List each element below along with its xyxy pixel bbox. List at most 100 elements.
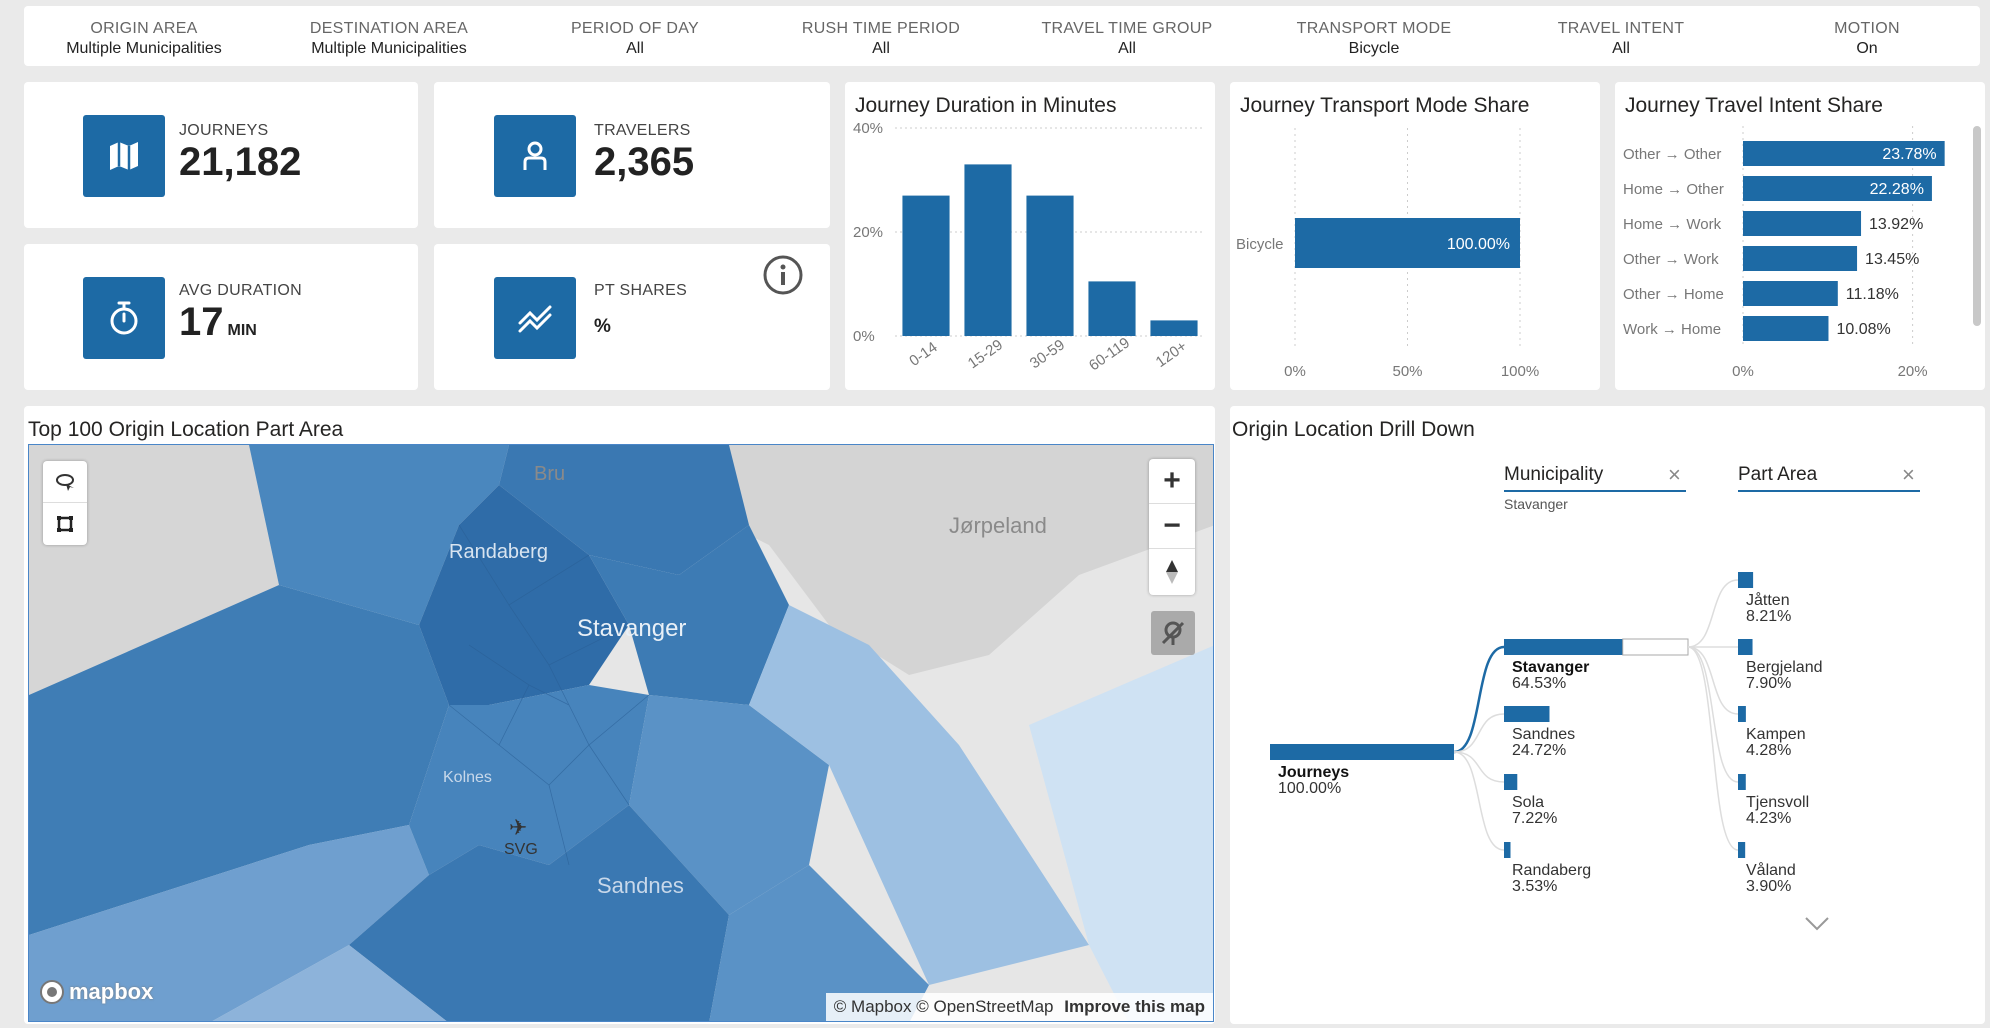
node-name: Kampen — [1746, 726, 1806, 743]
tree-node-label[interactable]: Stavanger 64.53% — [1512, 660, 1589, 692]
map-label-stavanger: Stavanger — [577, 615, 687, 642]
filter-title: ORIGIN AREA — [90, 20, 198, 37]
filter-title: DESTINATION AREA — [309, 20, 469, 37]
part-area-bar — [1738, 842, 1746, 858]
kpi-avg-duration-card: AVG DURATION 17 MIN — [24, 244, 418, 390]
duration-chart-card: Journey Duration in Minutes 40% 20% 0% 0-14… — [845, 82, 1215, 390]
info-icon[interactable] — [762, 254, 804, 301]
mapbox-wordmark: mapbox — [69, 979, 154, 1004]
x-tick-label: 30-59 — [1027, 336, 1068, 372]
filter-title: PERIOD OF DAY — [570, 20, 700, 37]
kpi-value: 17 MIN — [179, 300, 257, 345]
zoom-in-button[interactable]: + — [1149, 459, 1195, 504]
tree-link — [1687, 646, 1739, 783]
part-area-bar — [1738, 572, 1754, 588]
tree-link — [1453, 645, 1505, 754]
node-name: Journeys — [1278, 764, 1350, 781]
drill-down-card: Origin Location Drill Down Municipality … — [1230, 406, 1985, 1024]
tree-node-label[interactable]: Sola 7.22% — [1512, 795, 1557, 827]
y-tick-label: 40% — [853, 120, 883, 137]
filter-rush-time-period[interactable]: RUSH TIME PERIOD All — [802, 20, 960, 58]
kpi-journeys-card: JOURNEYS 21,182 — [24, 82, 418, 228]
map-label-jorpeland: Jørpeland — [949, 513, 1047, 538]
node-name: Randaberg — [1512, 862, 1592, 879]
filter-title: MOTION — [1834, 20, 1900, 37]
filter-travel-time-group[interactable]: TRAVEL TIME GROUP All — [1041, 20, 1212, 58]
improve-map-link[interactable]: Improve this map — [1064, 997, 1205, 1016]
filter-value: Multiple Municipalities — [66, 40, 222, 57]
node-percent: 7.22% — [1512, 810, 1558, 827]
category-label: Other → Home — [1623, 286, 1724, 303]
map-attribution: © Mapbox © OpenStreetMap Improve this ma… — [825, 993, 1213, 1021]
map-canvas[interactable]: Bru Jørpeland Randaberg Stavanger Kolnes… — [28, 444, 1214, 1022]
tree-link — [1453, 751, 1505, 783]
node-percent: 24.72% — [1512, 742, 1567, 759]
zoom-controls: + − — [1149, 459, 1195, 595]
data-label: 100.00% — [1447, 236, 1510, 253]
chevron-down-icon[interactable] — [1804, 916, 1830, 937]
tree-node-label[interactable]: Bergjeland 7.90% — [1746, 660, 1823, 692]
filter-value: All — [626, 40, 644, 57]
data-label: 13.92% — [1869, 216, 1923, 233]
tree-node-label[interactable]: Jåtten 8.21% — [1746, 593, 1791, 625]
kpi-label: PT SHARES — [594, 282, 688, 299]
node-name: Sandnes — [1512, 726, 1576, 743]
filter-period-of-day[interactable]: PERIOD OF DAY All — [571, 20, 699, 58]
x-tick-label: 15-29 — [965, 336, 1006, 372]
tree-node-label[interactable]: Tjensvoll 4.23% — [1746, 795, 1809, 827]
municipality-bar — [1504, 842, 1511, 858]
filter-travel-intent[interactable]: TRAVEL INTENT All — [1558, 20, 1685, 58]
intent-bar — [1743, 281, 1838, 306]
data-label: 23.78% — [1882, 146, 1936, 163]
filter-destination-area[interactable]: DESTINATION AREA Multiple Municipalities — [310, 20, 468, 58]
filter-value: All — [1612, 40, 1630, 57]
x-tick-label: 0% — [1284, 363, 1306, 380]
airport-icon: ✈ — [509, 815, 528, 840]
x-tick-label: 0% — [1732, 363, 1754, 380]
tree-node-label[interactable]: Journeys 100.00% — [1278, 765, 1349, 797]
lasso-icon[interactable] — [43, 461, 87, 503]
kpi-value: 21,182 — [179, 140, 302, 184]
reset-icon[interactable] — [1151, 611, 1195, 655]
zoom-out-button[interactable]: − — [1149, 504, 1195, 549]
map-label-sandnes: Sandnes — [597, 873, 684, 898]
tree-node-label[interactable]: Randaberg 3.53% — [1512, 863, 1591, 895]
kpi-value: 2,365 — [594, 140, 695, 184]
filter-bar: ORIGIN AREA Multiple Municipalities DESTI… — [24, 6, 1980, 66]
kpi-unit: MIN — [227, 322, 257, 339]
scrollbar[interactable] — [1973, 126, 1981, 326]
kpi-pt-shares-card: PT SHARES % — [434, 244, 830, 390]
map-label-kolnes: Kolnes — [443, 769, 492, 786]
municipality-bar — [1504, 774, 1518, 790]
node-percent: 100.00% — [1278, 780, 1342, 797]
filter-motion[interactable]: MOTION On — [1834, 20, 1900, 58]
selected-bar-outline — [1622, 638, 1689, 656]
compass-icon[interactable] — [1149, 549, 1195, 594]
transport-mode-chart-card: Journey Transport Mode Share 0% 50% 100% Bi… — [1230, 82, 1600, 390]
x-tick-label: 50% — [1392, 363, 1422, 380]
x-tick-label: 100% — [1501, 363, 1539, 380]
tree-node-label[interactable]: Våland 3.90% — [1746, 863, 1796, 895]
node-percent: 8.21% — [1746, 608, 1792, 625]
x-tick-label: 120+ — [1153, 338, 1191, 371]
x-tick-label: 60-119 — [1086, 334, 1133, 374]
rect-select-icon[interactable] — [43, 503, 87, 545]
map-title: Top 100 Origin Location Part Area — [28, 418, 344, 441]
duration-bar — [964, 164, 1012, 336]
node-name: Bergjeland — [1746, 659, 1823, 676]
mapbox-logo[interactable]: mapbox — [39, 979, 153, 1005]
filter-transport-mode[interactable]: TRANSPORT MODE Bicycle — [1297, 20, 1452, 58]
tree-node-label[interactable]: Sandnes 24.72% — [1512, 727, 1575, 759]
filter-origin-area[interactable]: ORIGIN AREA Multiple Municipalities — [66, 20, 222, 58]
filter-title: TRANSPORT MODE — [1296, 20, 1452, 37]
intent-bar — [1743, 246, 1858, 271]
tree-node-label[interactable]: Kampen 4.28% — [1746, 727, 1806, 759]
tree-link — [1687, 646, 1739, 851]
intent-bar — [1743, 211, 1862, 236]
node-percent: 7.90% — [1746, 675, 1792, 692]
category-label: Work → Home — [1623, 321, 1721, 338]
trend-icon — [494, 277, 576, 359]
filter-title: TRAVEL TIME GROUP — [1041, 20, 1213, 37]
data-label: 11.18% — [1846, 286, 1899, 303]
category-label: Other → Other — [1623, 146, 1721, 163]
